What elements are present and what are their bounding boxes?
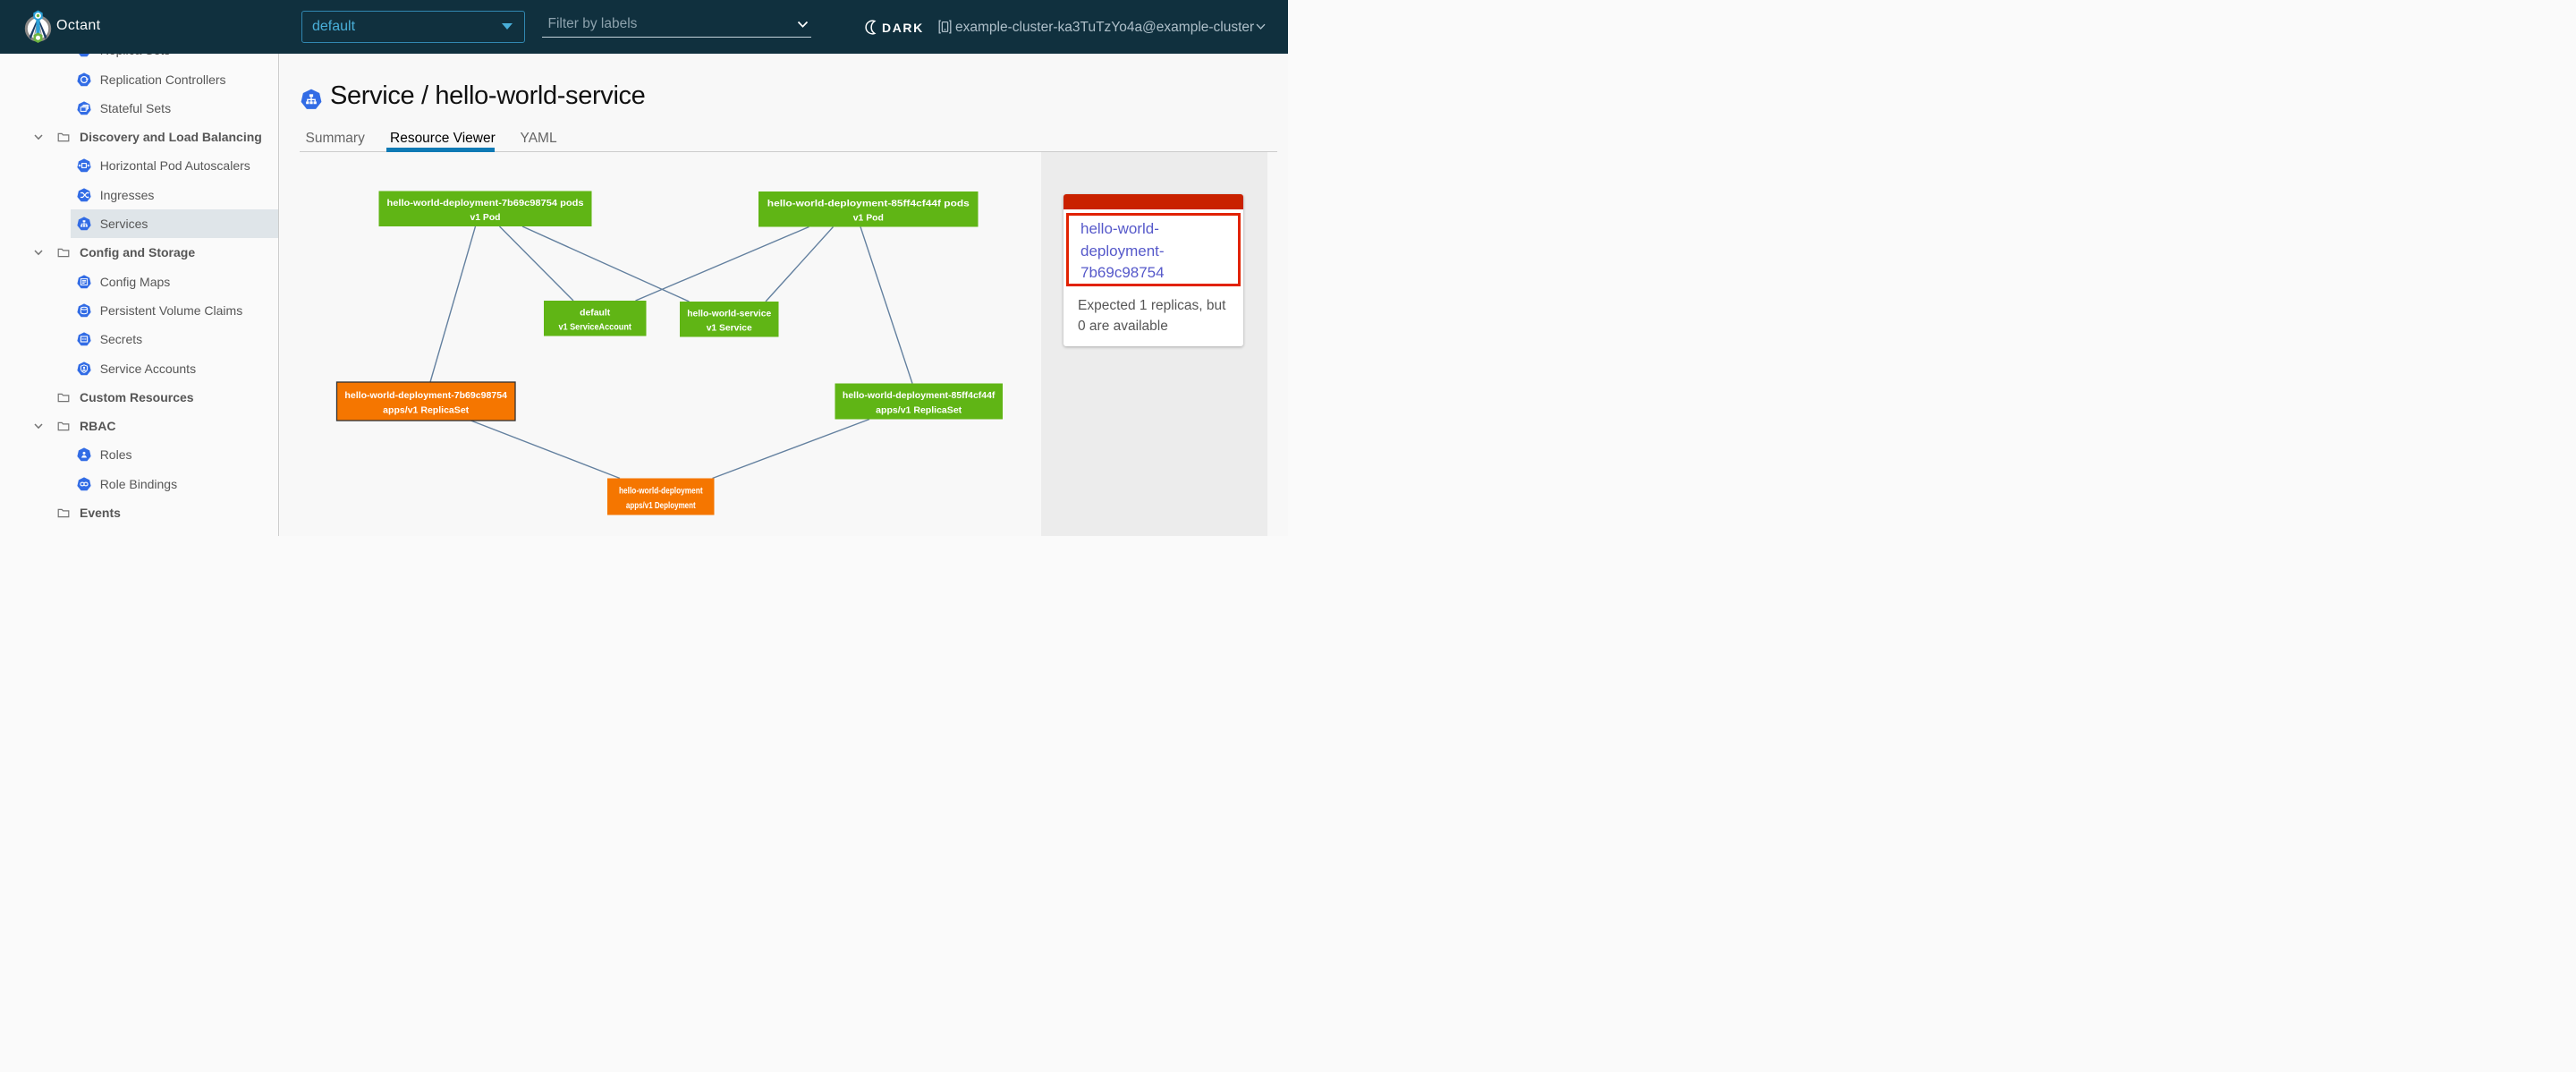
svg-text:hello-world-service: hello-world-service	[687, 309, 771, 319]
svg-text:apps/v1 Deployment: apps/v1 Deployment	[626, 501, 696, 511]
svg-text:apps/v1 ReplicaSet: apps/v1 ReplicaSet	[383, 405, 470, 415]
svg-text:hello-world-deployment-7b69c98: hello-world-deployment-7b69c98754	[344, 391, 507, 401]
svg-text:v1 Pod: v1 Pod	[853, 214, 884, 224]
svg-text:hello-world-deployment: hello-world-deployment	[619, 487, 703, 497]
svg-text:apps/v1 ReplicaSet: apps/v1 ReplicaSet	[876, 405, 962, 415]
svg-text:hello-world-deployment-85ff4cf: hello-world-deployment-85ff4cf44f	[843, 391, 996, 401]
svg-text:v1 Pod: v1 Pod	[470, 213, 500, 223]
svg-text:default: default	[580, 308, 611, 318]
svg-text:v1 Service: v1 Service	[707, 324, 752, 334]
svg-text:hello-world-deployment-7b69c98: hello-world-deployment-7b69c98754 pods	[387, 199, 584, 208]
svg-text:v1 ServiceAccount: v1 ServiceAccount	[558, 323, 631, 333]
svg-text:hello-world-deployment-85ff4cf: hello-world-deployment-85ff4cf44f pods	[767, 200, 970, 209]
